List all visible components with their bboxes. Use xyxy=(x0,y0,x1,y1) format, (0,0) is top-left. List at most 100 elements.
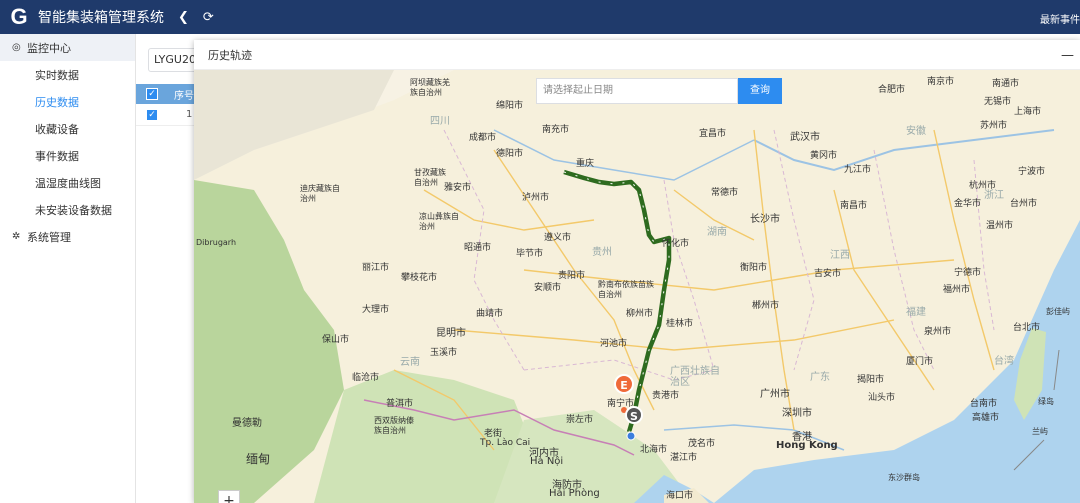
map-label: 北海市 xyxy=(640,445,668,455)
map-label: 安徽 xyxy=(906,126,926,137)
map-label: 上海市 xyxy=(1014,107,1042,117)
map-label: 台湾 xyxy=(994,356,1014,367)
map-label: 甘孜藏族自治州 xyxy=(414,168,446,187)
map-label: 攀枝花市 xyxy=(401,273,438,283)
map-label: 厦门市 xyxy=(906,357,934,367)
map-label: 温州市 xyxy=(986,221,1014,231)
map-label: 台南市 xyxy=(970,399,998,409)
back-button[interactable]: ❮ xyxy=(178,10,189,25)
map-label: 保山市 xyxy=(322,335,350,345)
select-all-checkbox[interactable]: ✓ xyxy=(146,88,158,100)
top-bar: G 智能集装箱管理系统 ❮ ⟳ 最新事件 xyxy=(0,0,1080,34)
sidebar-item-history[interactable]: 历史数据 xyxy=(0,88,135,115)
map-label: 江西 xyxy=(830,250,850,261)
map-label: 苏州市 xyxy=(980,121,1008,131)
sidebar-group-label: 系统管理 xyxy=(27,230,71,244)
zoom-in-button[interactable]: + xyxy=(218,490,240,503)
map-label: 常德市 xyxy=(711,188,739,198)
map-label: 德阳市 xyxy=(496,149,524,159)
map-label: 浙江 xyxy=(984,190,1004,201)
map-label: 泉州市 xyxy=(924,327,952,337)
map-label: Tp. Lào Cai xyxy=(480,438,531,448)
query-button[interactable]: 查询 xyxy=(738,78,782,104)
map-label: 合肥市 xyxy=(878,85,906,95)
map-label: 大理市 xyxy=(362,305,390,315)
map-label: 湛江市 xyxy=(670,453,698,463)
map-label: 成都市 xyxy=(469,133,497,143)
sidebar-item-uninstalled[interactable]: 未安装设备数据 xyxy=(0,196,135,223)
map-label: 台州市 xyxy=(1010,199,1038,209)
column-header-no: 序号 xyxy=(174,90,194,102)
map-label: 丽江市 xyxy=(362,263,390,273)
sidebar: ◎ 监控中心 实时数据 历史数据 收藏设备 事件数据 温湿度曲线图 未安装设备数… xyxy=(0,34,136,503)
map-label: 昆明市 xyxy=(436,328,466,339)
end-marker-icon[interactable]: E xyxy=(614,374,634,394)
sidebar-group-monitor[interactable]: ◎ 监控中心 xyxy=(0,34,135,61)
modal-header: 历史轨迹 — xyxy=(194,40,1080,70)
map-label: 台北市 xyxy=(1013,323,1041,333)
map-label: Dibrugarh xyxy=(196,238,237,247)
map-label: 曲靖市 xyxy=(476,309,504,319)
map-label: 汕头市 xyxy=(868,393,896,403)
map-label: 西双版纳傣族自治州 xyxy=(374,416,414,435)
minimize-button[interactable]: — xyxy=(1061,48,1074,63)
map-label: 兰屿 xyxy=(1032,427,1048,436)
map-label: 毕节市 xyxy=(516,249,544,259)
map-label: 昭通市 xyxy=(464,243,492,253)
map-label: 崇左市 xyxy=(566,415,594,425)
map-label: 黔南布依族苗族自治州 xyxy=(598,280,654,299)
map-label: 福建 xyxy=(906,307,926,318)
map-label: 海口市 xyxy=(666,491,694,501)
map-label: 河池市 xyxy=(600,339,628,349)
map-label: 凉山彝族自治州 xyxy=(419,212,459,231)
map-label: 湖南 xyxy=(707,227,727,238)
map-view[interactable]: 请选择起止日期 查询 E S + 成都市 德阳市 绵阳市 南充市 四川 泸州市 … xyxy=(194,70,1080,503)
map-label: 曼德勒 xyxy=(232,418,262,429)
sidebar-item-favorites[interactable]: 收藏设备 xyxy=(0,115,135,142)
map-label: 贵港市 xyxy=(652,391,680,401)
map-label: 玉溪市 xyxy=(430,348,458,358)
monitor-icon: ◎ xyxy=(12,42,21,53)
map-label: 衡阳市 xyxy=(740,263,768,273)
gear-icon: ✲ xyxy=(12,231,21,242)
map-label: 深圳市 xyxy=(782,408,812,419)
map-label: Hong Kong xyxy=(776,440,838,451)
row-checkbox[interactable]: ✓ xyxy=(146,108,158,121)
sidebar-item-temp-humidity[interactable]: 温湿度曲线图 xyxy=(0,169,135,196)
refresh-icon[interactable]: ⟳ xyxy=(203,10,214,25)
app-logo: G xyxy=(10,4,28,29)
map-label: 东沙群岛 xyxy=(888,473,920,482)
date-range-input[interactable]: 请选择起止日期 xyxy=(536,78,738,104)
map-label: 阿坝藏族羌族自治州 xyxy=(410,78,450,97)
map-label: 临沧市 xyxy=(352,373,380,383)
map-label: 泸州市 xyxy=(522,193,550,203)
map-label: Hải Phòng xyxy=(549,488,600,499)
map-label: 宁德市 xyxy=(954,268,982,278)
map-label: 高雄市 xyxy=(972,413,1000,423)
map-label: 彭佳屿 xyxy=(1046,307,1070,316)
map-label: 南通市 xyxy=(992,79,1020,89)
map-label: 怀化市 xyxy=(662,239,690,249)
map-label: 贵阳市 xyxy=(558,271,586,281)
map-label: 重庆 xyxy=(576,159,595,169)
map-label: 黄冈市 xyxy=(810,151,838,161)
map-label: 茂名市 xyxy=(688,439,716,449)
map-label: 福州市 xyxy=(943,285,971,295)
row-number: 1 xyxy=(186,109,193,120)
sidebar-item-realtime[interactable]: 实时数据 xyxy=(0,61,135,88)
app-title: 智能集装箱管理系统 xyxy=(38,10,164,26)
map-label: 无锡市 xyxy=(984,97,1012,107)
map-label: 吉安市 xyxy=(814,269,842,279)
modal-title: 历史轨迹 xyxy=(208,48,252,62)
map-label: 揭阳市 xyxy=(857,375,885,385)
map-label: 迪庆藏族自治州 xyxy=(300,184,340,203)
sidebar-group-system[interactable]: ✲ 系统管理 xyxy=(0,223,135,250)
sidebar-group-label: 监控中心 xyxy=(27,41,71,55)
map-label: 金华市 xyxy=(954,199,982,209)
map-label: Hà Nội xyxy=(530,456,564,467)
sidebar-item-events[interactable]: 事件数据 xyxy=(0,142,135,169)
map-label: 绿岛 xyxy=(1038,397,1054,406)
latest-events-link[interactable]: 最新事件 xyxy=(1040,11,1080,26)
map-label: 九江市 xyxy=(844,165,872,175)
map-label: 武汉市 xyxy=(790,132,820,143)
